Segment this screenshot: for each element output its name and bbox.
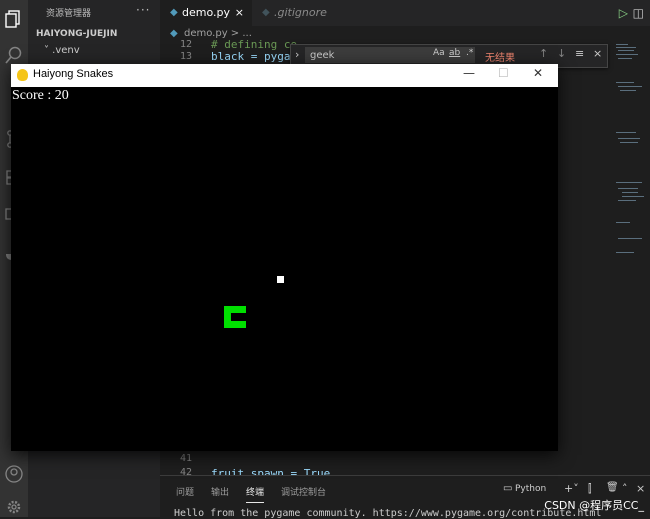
find-in-selection-icon[interactable]: ≡ — [575, 47, 584, 60]
game-canvas[interactable]: Score : 20 — [11, 87, 558, 451]
tab-label: .gitignore — [274, 6, 327, 19]
more-actions-icon[interactable]: ··· — [136, 3, 150, 17]
tab-label: demo.py — [182, 6, 230, 19]
previous-match-icon[interactable]: ↑ — [539, 47, 548, 60]
tab-terminal[interactable]: 终端 — [246, 485, 265, 503]
close-button[interactable]: ✕ — [533, 66, 543, 80]
snake-segment — [231, 321, 246, 328]
explorer-icon[interactable] — [3, 8, 25, 30]
git-file-icon: ◆ — [262, 7, 270, 18]
explorer-header: 资源管理器 — [46, 9, 92, 19]
game-window-title: Haiyong Snakes — [33, 68, 114, 80]
minimap[interactable] — [614, 42, 650, 282]
maximize-button[interactable]: ☐ — [498, 66, 509, 80]
score-display: Score : 20 — [12, 88, 69, 103]
tab-debug-console[interactable]: 调试控制台 — [281, 485, 326, 498]
tab-demo-py[interactable]: ◆ demo.py × — [160, 0, 252, 26]
next-match-icon[interactable]: ↓ — [557, 47, 566, 60]
snake-segment — [224, 313, 231, 328]
watermark: CSDN @程序员CC_ — [544, 499, 644, 512]
python-file-icon: ◆ — [170, 7, 178, 18]
snake-segment — [224, 306, 246, 313]
account-icon[interactable] — [3, 463, 25, 485]
maximize-panel-icon[interactable]: ˄ — [622, 482, 628, 495]
search-icon[interactable] — [3, 44, 25, 66]
match-case-button[interactable]: Aa — [433, 48, 445, 58]
settings-gear-icon[interactable] — [3, 496, 25, 518]
regex-button[interactable]: .* — [466, 48, 473, 58]
tab-gitignore[interactable]: ◆ .gitignore — [252, 0, 362, 26]
minimize-button[interactable]: — — [463, 66, 475, 80]
game-window[interactable]: Haiyong Snakes — ☐ ✕ Score : 20 — [11, 64, 558, 451]
match-whole-word-button[interactable]: ab — [449, 48, 460, 58]
toggle-replace-icon[interactable]: › — [295, 48, 299, 61]
new-terminal-button[interactable]: +˅ — [564, 482, 579, 495]
line-number: 41 — [179, 453, 192, 464]
close-tab-icon[interactable]: × — [235, 0, 244, 26]
find-result-status: 无结果 — [485, 53, 515, 64]
close-panel-icon[interactable]: × — [636, 482, 645, 495]
line-number: 13 — [179, 51, 192, 62]
terminal-profile[interactable]: Python — [515, 484, 546, 494]
trash-icon[interactable]: 🗑 — [606, 482, 619, 493]
close-find-icon[interactable]: × — [593, 47, 602, 60]
terminal-icon: ▭ — [503, 483, 513, 494]
terminal-output[interactable]: Hello from the pygame community. https:/… — [174, 508, 601, 519]
venv-folder[interactable]: ˅ .venv — [44, 45, 80, 56]
project-folder[interactable]: HAIYONG-JUEJIN — [36, 29, 117, 39]
line-number: 12 — [179, 39, 192, 50]
game-title-bar[interactable]: Haiyong Snakes — ☐ ✕ — [11, 64, 558, 88]
fruit — [277, 276, 284, 283]
split-editor-icon[interactable]: ◫ — [633, 0, 644, 26]
tab-output[interactable]: 输出 — [211, 485, 229, 498]
run-icon[interactable]: ▷ — [619, 0, 628, 26]
pygame-logo-icon — [17, 69, 28, 81]
split-terminal-icon[interactable]: ⫿ — [588, 482, 592, 496]
editor-tab-bar: ◆ demo.py × ◆ .gitignore ▷ ◫ — [160, 0, 650, 26]
tab-problems[interactable]: 问题 — [176, 485, 194, 498]
